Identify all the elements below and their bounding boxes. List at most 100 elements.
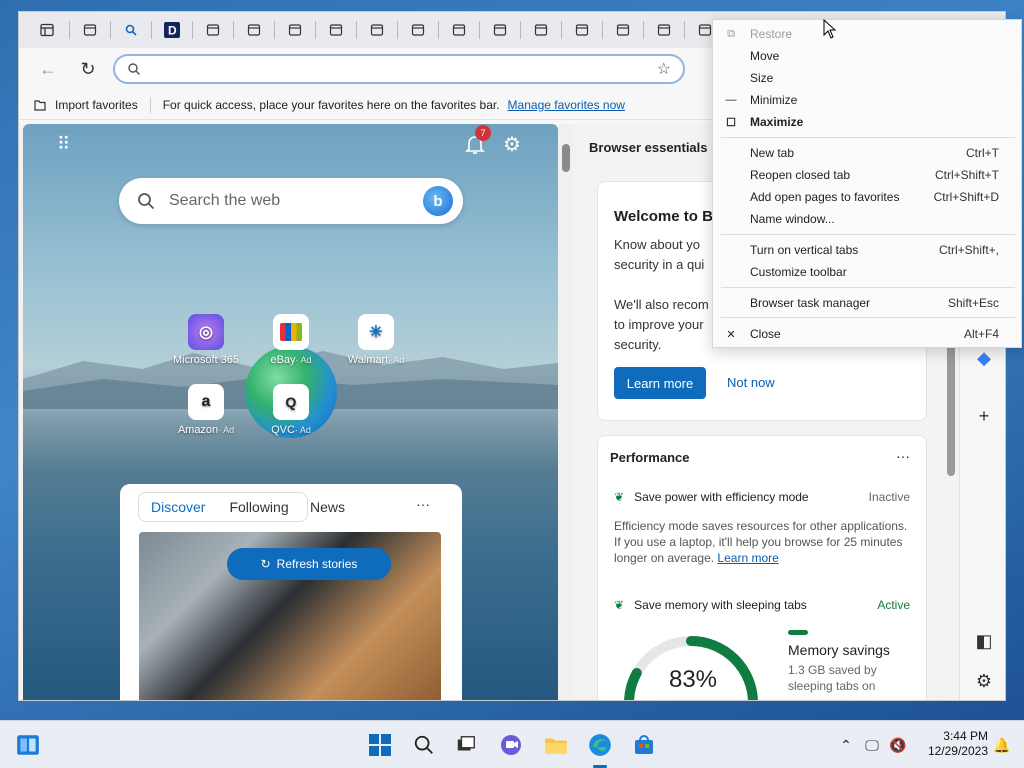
favorite-star-icon[interactable]: ☆: [657, 59, 671, 79]
clock-time: 3:44 PM: [943, 729, 988, 743]
menu-item-customize-toolbar[interactable]: Customize toolbar: [713, 261, 1023, 283]
menu-item-shortcut: Ctrl+Shift+D: [933, 190, 999, 204]
ad-label: · Ad: [218, 425, 235, 435]
tab-10[interactable]: [445, 17, 473, 43]
search-button[interactable]: [410, 731, 438, 759]
tab-separator: [479, 21, 480, 39]
sleeping-tabs-row[interactable]: ❦ Save memory with sleeping tabs Active: [614, 598, 910, 612]
menu-item-name-window[interactable]: Name window...: [713, 208, 1023, 230]
tab-3[interactable]: D: [158, 17, 186, 43]
start-button[interactable]: [366, 731, 394, 759]
menu-item-turn-on-vertical-tabs[interactable]: Turn on vertical tabs Ctrl+Shift+,: [713, 239, 1023, 261]
sidebar-app-button[interactable]: ◆: [972, 346, 996, 370]
learn-more-button[interactable]: Learn more: [614, 367, 706, 399]
menu-item-browser-task-manager[interactable]: Browser task manager Shift+Esc: [713, 292, 1023, 314]
sidebar-settings-button[interactable]: ⚙: [972, 669, 996, 693]
tab-separator: [438, 21, 439, 39]
tab-6[interactable]: [281, 17, 309, 43]
tab-actions-button[interactable]: [31, 17, 63, 43]
refresh-stories-button[interactable]: ↻ Refresh stories: [227, 548, 391, 580]
menu-item-maximize[interactable]: ☐ Maximize: [713, 111, 1023, 133]
task-view-button[interactable]: [452, 731, 480, 759]
import-favorites-button[interactable]: Import favorites: [55, 98, 138, 112]
quicklink-microsoft365[interactable]: ◎ Microsoft 365: [163, 314, 249, 366]
menu-item-shortcut: Ctrl+Shift+T: [934, 168, 999, 182]
not-now-button[interactable]: Not now: [727, 375, 775, 390]
file-explorer-button[interactable]: [542, 731, 570, 759]
widgets-button[interactable]: [14, 731, 42, 759]
page-icon: [83, 24, 97, 36]
ad-label: · Ad: [388, 355, 405, 365]
menu-glyph-icon: ⧉: [727, 27, 735, 40]
sleeping-tabs-label: Save memory with sleeping tabs: [634, 598, 807, 612]
tab-7[interactable]: [322, 17, 350, 43]
page-scrollbar[interactable]: [559, 124, 573, 700]
menu-item-new-tab[interactable]: New tab Ctrl+T: [713, 142, 1023, 164]
bing-chat-icon[interactable]: b: [423, 186, 453, 216]
menu-item-close[interactable]: ✕ Close Alt+F4: [713, 323, 1023, 345]
menu-separator: [721, 287, 1015, 288]
menu-item-shortcut: Ctrl+Shift+,: [938, 243, 999, 257]
menu-item-size[interactable]: Size: [713, 67, 1023, 89]
address-bar[interactable]: ☆: [113, 54, 685, 84]
tab-8[interactable]: [363, 17, 391, 43]
manage-favorites-link[interactable]: Manage favorites now: [508, 98, 625, 112]
tab-2[interactable]: [117, 17, 145, 43]
quicklink-walmart[interactable]: ✳ Walmart· Ad: [333, 314, 419, 366]
apps-grid-icon[interactable]: ⠿: [57, 134, 71, 155]
efficiency-mode-row[interactable]: ❦ Save power with efficiency mode Inacti…: [614, 490, 910, 504]
menu-item-add-open-pages-to-favorites[interactable]: Add open pages to favorites Ctrl+Shift+D: [713, 186, 1023, 208]
menu-item-label: Maximize: [750, 115, 804, 129]
page-icon: [247, 24, 261, 36]
chat-icon: [501, 735, 521, 755]
feed-tab-discover[interactable]: Discover: [139, 493, 217, 521]
feed-more-button[interactable]: ···: [416, 496, 430, 512]
performance-more-button[interactable]: ···: [896, 448, 910, 464]
ebay-bag-icon: [273, 314, 309, 350]
store-button[interactable]: [630, 731, 658, 759]
tab-5[interactable]: [240, 17, 268, 43]
sidebar-toggle-icon: ◧: [975, 630, 993, 651]
ad-label: · Ad: [295, 355, 312, 365]
quicklink-amazon[interactable]: a Amazon· Ad: [163, 384, 249, 436]
efficiency-learn-more-link[interactable]: Learn more: [717, 551, 778, 565]
tab-14[interactable]: [609, 17, 637, 43]
system-clock[interactable]: 3:44 PM 12/29/2023: [912, 729, 988, 759]
quicklink-qvc[interactable]: Q QVC· Ad: [248, 384, 334, 436]
widgets-icon: [17, 735, 39, 755]
tab-4[interactable]: [199, 17, 227, 43]
menu-item-reopen-closed-tab[interactable]: Reopen closed tab Ctrl+Shift+T: [713, 164, 1023, 186]
tab-11[interactable]: [486, 17, 514, 43]
teams-chat-button[interactable]: [497, 731, 525, 759]
refresh-button[interactable]: ↻: [73, 54, 103, 84]
menu-glyph-icon: ✕: [726, 328, 736, 341]
plus-icon: +: [978, 405, 990, 426]
network-button[interactable]: 🖵: [858, 731, 886, 759]
taskbar: ⌃ 🖵 🔇 3:44 PM 12/29/2023 🔔: [0, 720, 1024, 768]
edge-taskbar-button[interactable]: [586, 731, 614, 759]
quicklink-ebay[interactable]: eBay· Ad: [248, 314, 334, 366]
web-search-box[interactable]: Search the web b: [119, 178, 463, 224]
feed-tab-following[interactable]: Following: [217, 493, 300, 521]
feed-tab-group: Discover Following: [138, 492, 308, 522]
tab-9[interactable]: [404, 17, 432, 43]
notification-center-button[interactable]: 🔔: [988, 731, 1016, 759]
favorites-hint: For quick access, place your favorites h…: [162, 97, 500, 112]
tab-1[interactable]: [76, 17, 104, 43]
tab-12[interactable]: [527, 17, 555, 43]
page-settings-gear-icon[interactable]: ⚙: [503, 132, 521, 157]
volume-button[interactable]: 🔇: [884, 731, 912, 759]
menu-item-minimize[interactable]: — Minimize: [713, 89, 1023, 111]
sidebar-add-button[interactable]: +: [972, 404, 996, 428]
show-hidden-icons-button[interactable]: ⌃: [832, 731, 860, 759]
feed-tab-news[interactable]: News: [310, 499, 345, 515]
hide-sidebar-button[interactable]: ◧: [972, 629, 996, 653]
story-image[interactable]: ↻ Refresh stories: [139, 532, 441, 700]
scroll-thumb[interactable]: [562, 144, 570, 172]
address-input[interactable]: [153, 61, 645, 77]
menu-item-move[interactable]: Move: [713, 45, 1023, 67]
tab-15[interactable]: [650, 17, 678, 43]
back-button[interactable]: ←: [33, 54, 63, 84]
menu-separator: [721, 234, 1015, 235]
tab-13[interactable]: [568, 17, 596, 43]
